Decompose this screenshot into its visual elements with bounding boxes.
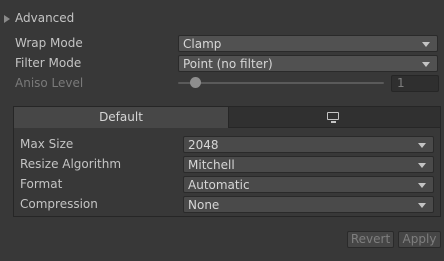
format-label: Format — [20, 177, 63, 191]
aniso-level-slider-thumb[interactable] — [189, 77, 201, 88]
max-size-dropdown[interactable]: 2048 — [183, 136, 434, 153]
compression-label: Compression — [20, 197, 98, 211]
chevron-down-icon — [422, 62, 430, 67]
compression-value: None — [188, 198, 220, 212]
apply-button[interactable]: Apply — [398, 231, 441, 248]
monitor-stand — [331, 121, 336, 123]
chevron-down-icon — [422, 42, 430, 47]
wrap-mode-dropdown[interactable]: Clamp — [178, 35, 438, 52]
filter-mode-label: Filter Mode — [15, 56, 82, 70]
resize-algorithm-value: Mitchell — [188, 158, 235, 172]
wrap-mode-value: Clamp — [183, 37, 222, 51]
filter-mode-value: Point (no filter) — [183, 57, 273, 71]
advanced-foldout[interactable]: Advanced — [4, 10, 74, 26]
tab-default[interactable]: Default — [14, 107, 229, 128]
resize-algorithm-label: Resize Algorithm — [20, 157, 122, 171]
filter-mode-dropdown[interactable]: Point (no filter) — [178, 55, 438, 72]
chevron-down-icon — [418, 163, 426, 168]
aniso-level-slider-track[interactable] — [178, 82, 384, 84]
chevron-down-icon — [418, 203, 426, 208]
max-size-value: 2048 — [188, 138, 219, 152]
advanced-foldout-label: Advanced — [15, 11, 75, 25]
chevron-down-icon — [418, 183, 426, 188]
compression-dropdown[interactable]: None — [183, 196, 434, 213]
format-value: Automatic — [188, 178, 250, 192]
chevron-down-icon — [418, 143, 426, 148]
format-dropdown[interactable]: Automatic — [183, 176, 434, 193]
resize-algorithm-dropdown[interactable]: Mitchell — [183, 156, 434, 173]
max-size-label: Max Size — [20, 137, 74, 151]
monitor-icon — [327, 112, 339, 120]
foldout-arrow-icon[interactable] — [4, 14, 10, 23]
revert-button[interactable]: Revert — [347, 231, 394, 248]
tab-standalone[interactable] — [229, 107, 440, 128]
aniso-level-label: Aniso Level — [15, 76, 84, 90]
aniso-level-field[interactable]: 1 — [391, 75, 439, 92]
wrap-mode-label: Wrap Mode — [15, 36, 83, 50]
